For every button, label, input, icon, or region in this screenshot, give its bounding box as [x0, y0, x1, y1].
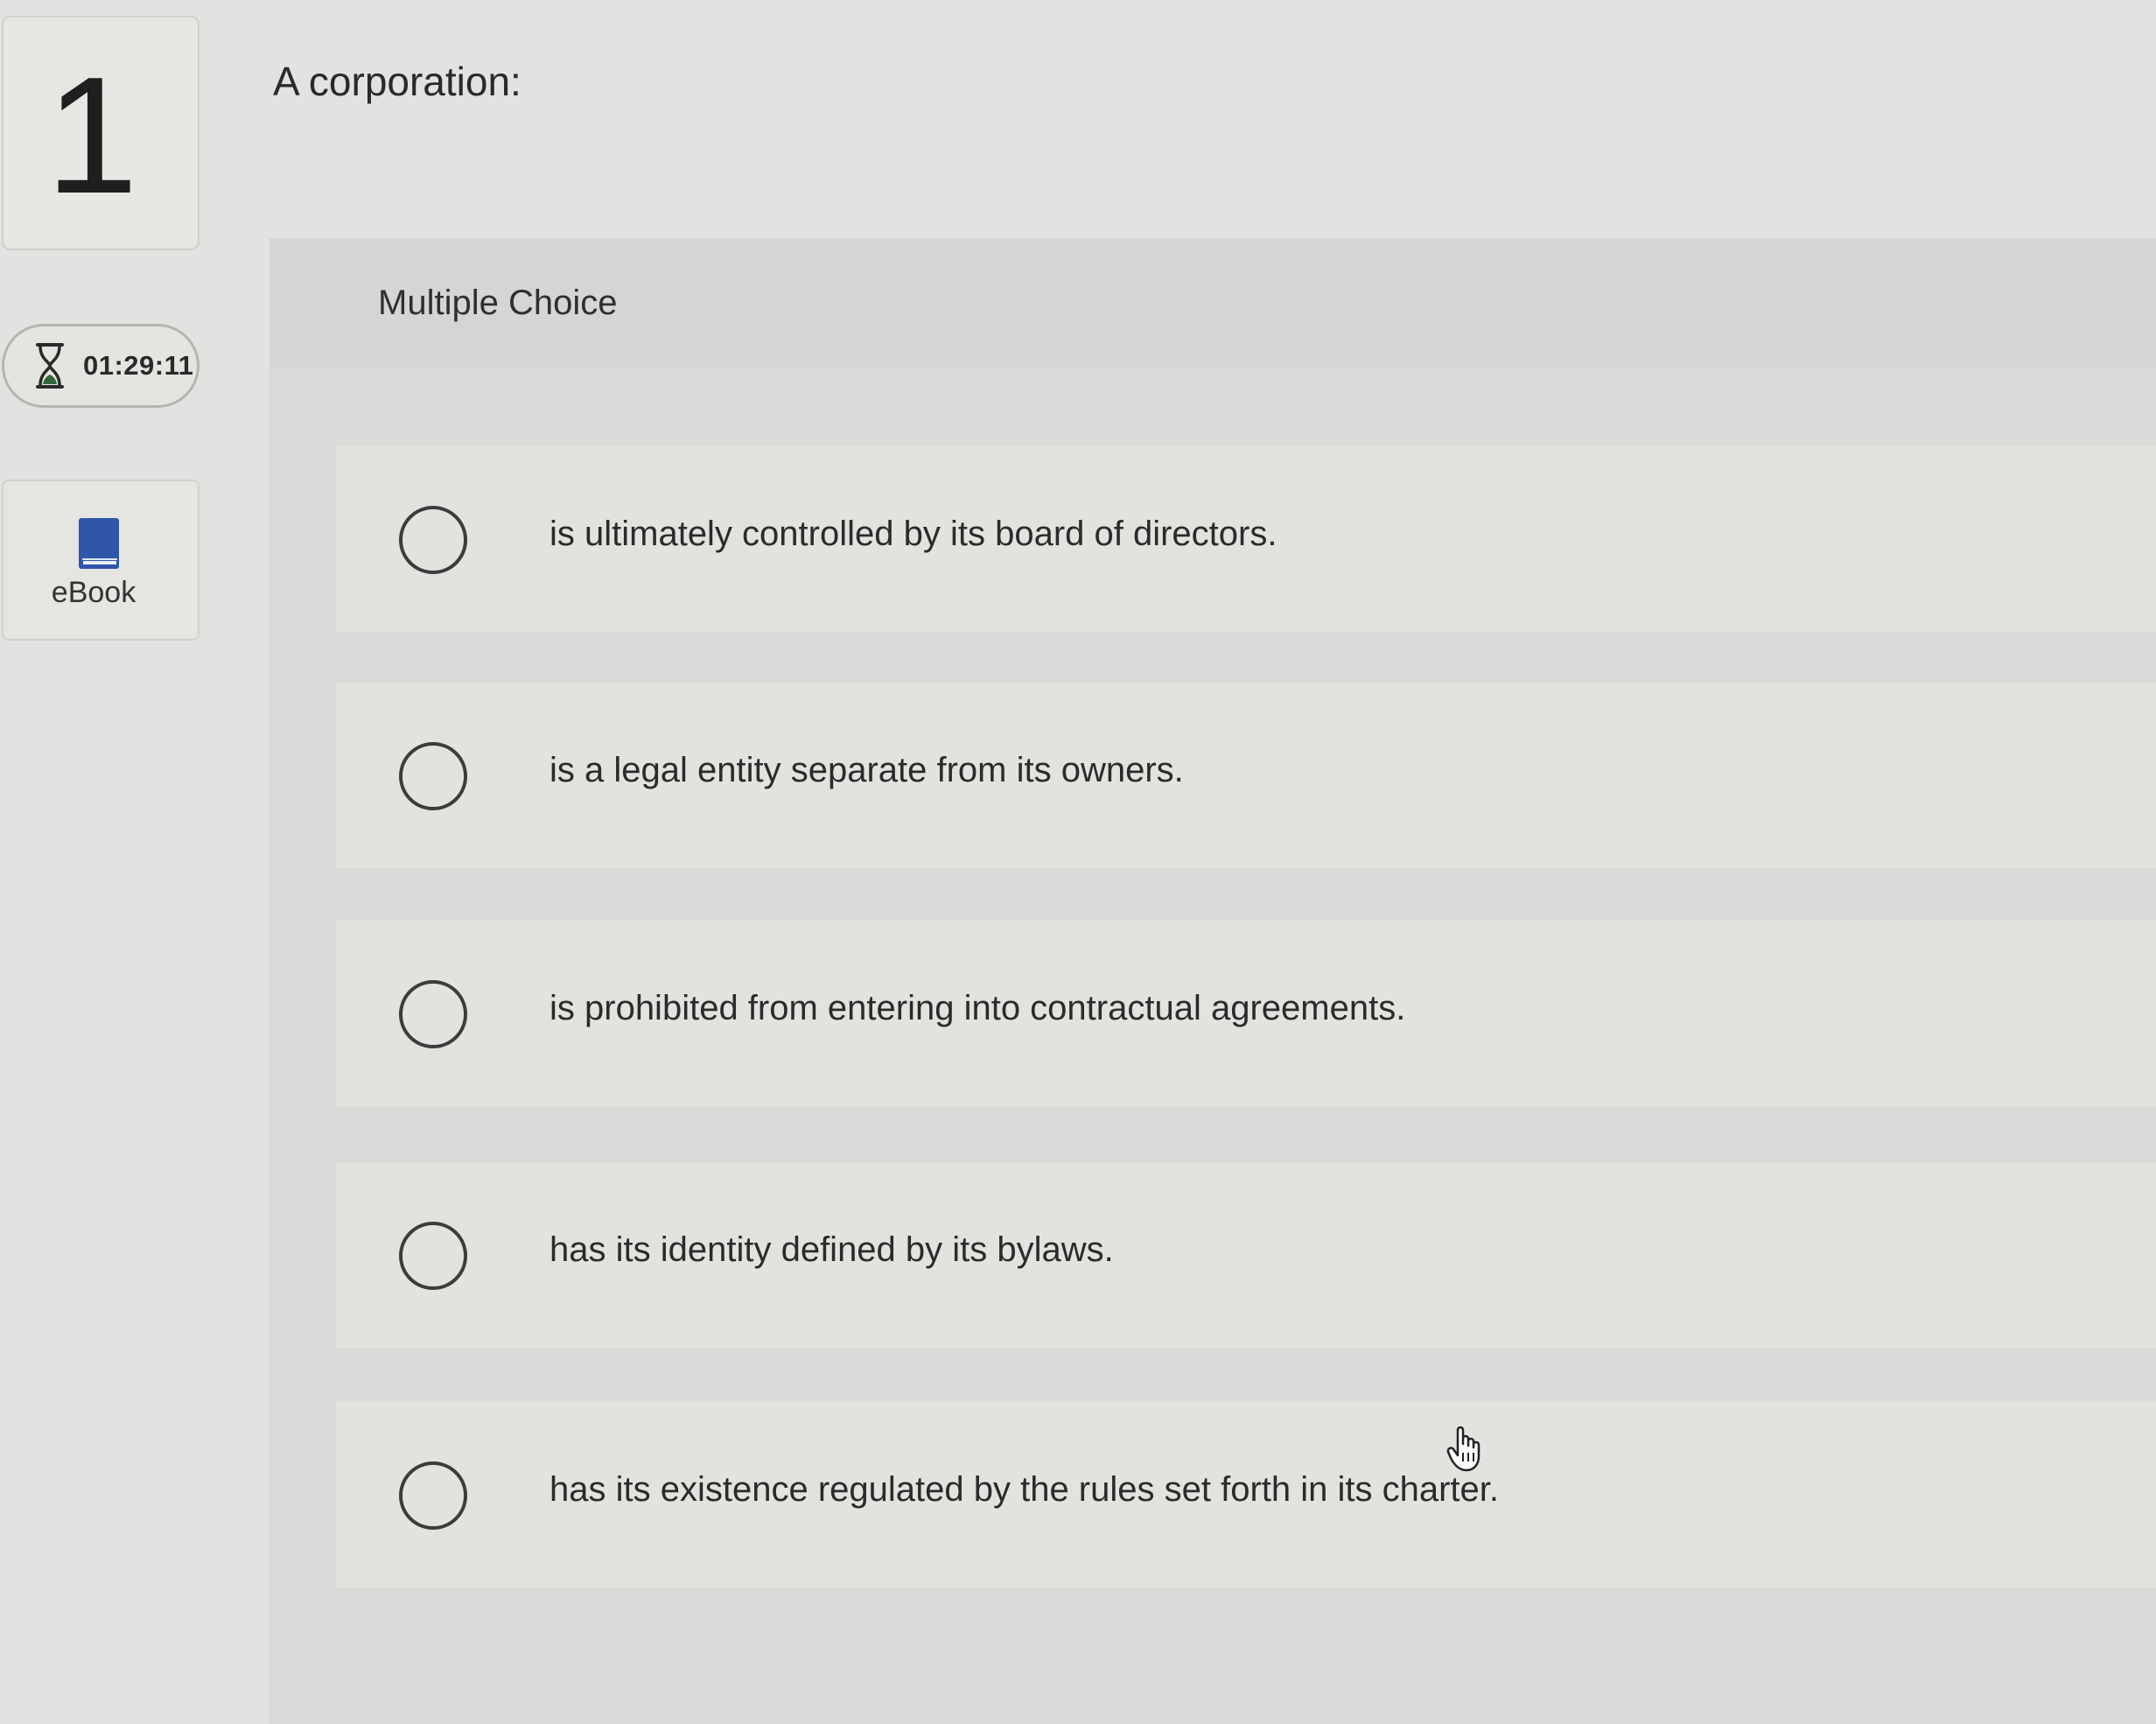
question-number-card: 1	[2, 16, 200, 250]
answer-option-label: is prohibited from entering into contrac…	[550, 989, 1406, 1027]
question-type-label: Multiple Choice	[378, 284, 618, 322]
answer-option-label: has its identity defined by its bylaws.	[550, 1230, 1114, 1269]
radio-button[interactable]	[399, 742, 467, 810]
answer-option[interactable]: is ultimately controlled by its board of…	[336, 446, 2156, 632]
book-icon	[79, 518, 119, 569]
answer-option[interactable]: is a legal entity separate from its owne…	[336, 683, 2156, 868]
ebook-button[interactable]: eBook	[2, 480, 200, 641]
answer-option-label: is ultimately controlled by its board of…	[550, 515, 1278, 553]
question-number: 1	[46, 43, 138, 228]
radio-button[interactable]	[399, 1461, 467, 1530]
ebook-label: eBook	[51, 576, 136, 609]
quiz-page: 1 01:29:11 eBook A corporation: Multiple…	[0, 0, 2156, 1724]
answer-option[interactable]: is prohibited from entering into contrac…	[336, 921, 2156, 1106]
panel-header: Multiple Choice	[270, 238, 2156, 368]
timer-value: 01:29:11	[83, 350, 194, 381]
answer-option-label: is a legal entity separate from its owne…	[550, 751, 1184, 789]
radio-button[interactable]	[399, 980, 467, 1048]
radio-button[interactable]	[399, 1222, 467, 1290]
radio-button[interactable]	[399, 506, 467, 574]
hourglass-icon	[36, 343, 64, 389]
answer-option[interactable]: has its identity defined by its bylaws.	[336, 1162, 2156, 1348]
answer-option-label: has its existence regulated by the rules…	[550, 1470, 1499, 1509]
multiple-choice-panel: Multiple Choice is ultimately controlled…	[270, 238, 2156, 1724]
question-prompt: A corporation:	[273, 59, 522, 104]
hand-pointer-icon	[1446, 1426, 1480, 1472]
timer-button[interactable]: 01:29:11	[2, 324, 200, 408]
answer-option[interactable]: has its existence regulated by the rules…	[336, 1402, 2156, 1587]
